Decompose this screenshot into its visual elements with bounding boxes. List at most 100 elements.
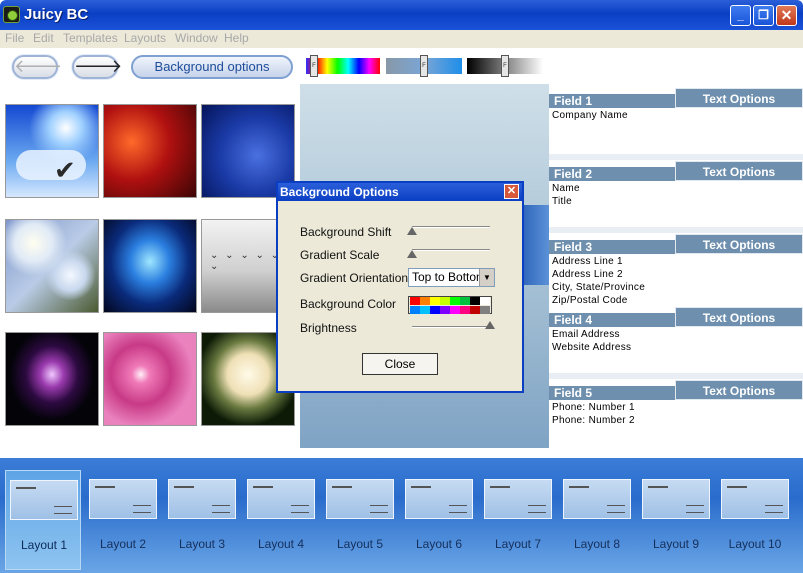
background-thumb-2[interactable] <box>103 104 197 198</box>
background-color-label: Background Color <box>300 297 397 311</box>
gradient-scale-thumb[interactable] <box>407 250 417 258</box>
dropdown-arrow-icon[interactable]: ▼ <box>479 269 494 286</box>
menu-layouts[interactable]: Layouts <box>124 31 166 45</box>
layout-item[interactable]: Layout 6 <box>401 470 477 570</box>
forward-button[interactable]: 🡒 <box>72 55 122 79</box>
field-3: Field 3 Text Options Address Line 1 Addr… <box>549 234 803 306</box>
color-swatch[interactable] <box>470 297 480 305</box>
field-5-line-1[interactable]: Phone: Number 1 <box>552 402 635 413</box>
background-thumb-4[interactable] <box>5 219 99 313</box>
color-swatch[interactable] <box>410 306 420 314</box>
color-swatch[interactable] <box>480 306 490 314</box>
layout-preview-card[interactable] <box>89 479 157 519</box>
field-4-line-2[interactable]: Website Address <box>552 342 631 353</box>
field-1-text-options-button[interactable]: Text Options <box>675 88 803 108</box>
color-swatch[interactable] <box>470 306 480 314</box>
field-5-text-options-button[interactable]: Text Options <box>675 380 803 400</box>
layout-preview-card[interactable] <box>721 479 789 519</box>
color-swatch[interactable] <box>430 297 440 305</box>
color-swatch[interactable] <box>450 306 460 314</box>
dialog-title-bar[interactable]: Background Options ✕ <box>278 183 522 201</box>
close-window-button[interactable]: ✕ <box>776 5 797 26</box>
color-swatch[interactable] <box>480 297 490 305</box>
back-button[interactable]: 🡐 <box>12 55 62 79</box>
color-swatch[interactable] <box>450 297 460 305</box>
layout-item[interactable]: Layout 9 <box>638 470 714 570</box>
color-swatch[interactable] <box>420 297 430 305</box>
layout-preview-card[interactable] <box>405 479 473 519</box>
field-3-line-3[interactable]: City, State/Province <box>552 282 645 293</box>
layout-preview-card[interactable] <box>484 479 552 519</box>
hue-slider-thumb[interactable]: F <box>310 55 318 77</box>
color-swatch[interactable] <box>410 297 420 305</box>
gradient-scale-slider[interactable] <box>412 249 490 251</box>
layout-preview-card[interactable] <box>642 479 710 519</box>
field-4-line-1[interactable]: Email Address <box>552 329 620 340</box>
field-1: Field 1 Text Options Company Name <box>549 88 803 158</box>
color-swatch-palette[interactable] <box>408 296 492 314</box>
background-shift-slider[interactable] <box>412 226 490 228</box>
layout-item[interactable]: Layout 4 <box>243 470 319 570</box>
layout-preview-card[interactable] <box>10 480 78 520</box>
close-button[interactable]: Close <box>362 353 438 375</box>
color-swatch[interactable] <box>440 297 450 305</box>
color-swatch[interactable] <box>460 297 470 305</box>
color-swatch[interactable] <box>430 306 440 314</box>
layout-item[interactable]: Layout 1 <box>5 470 81 570</box>
brightness-slider-dialog[interactable] <box>412 326 490 328</box>
layout-item[interactable]: Layout 8 <box>559 470 635 570</box>
layout-preview-card[interactable] <box>247 479 315 519</box>
background-shift-thumb[interactable] <box>407 227 417 235</box>
field-2-text-options-button[interactable]: Text Options <box>675 161 803 181</box>
menu-file[interactable]: File <box>5 31 24 45</box>
dialog-close-x-button[interactable]: ✕ <box>504 184 519 199</box>
field-5-line-2[interactable]: Phone: Number 2 <box>552 415 635 426</box>
gradient-orientation-value: Top to Bottom <box>412 270 487 284</box>
brightness-slider-thumb[interactable]: F <box>501 55 509 77</box>
field-3-title: Field 3 <box>549 240 675 254</box>
color-swatch[interactable] <box>440 306 450 314</box>
gradient-orientation-select[interactable]: Top to Bottom ▼ <box>408 268 495 287</box>
layout-item[interactable]: Layout 2 <box>85 470 161 570</box>
title-bar[interactable]: Juicy BC _ ❐ ✕ <box>0 0 803 30</box>
field-3-text-options-button[interactable]: Text Options <box>675 234 803 254</box>
field-2-line-1[interactable]: Name <box>552 183 580 194</box>
minimize-button[interactable]: _ <box>730 5 751 26</box>
field-1-title: Field 1 <box>549 94 675 108</box>
field-4-text-options-button[interactable]: Text Options <box>675 307 803 327</box>
layout-item[interactable]: Layout 3 <box>164 470 240 570</box>
field-4-title: Field 4 <box>549 313 675 327</box>
field-3-line-1[interactable]: Address Line 1 <box>552 256 623 267</box>
hue-slider[interactable]: F <box>306 55 380 77</box>
background-gallery: ✔ ⌄ ⌄ ⌄ ⌄ ⌄ ⌄ <box>0 88 300 458</box>
menu-templates[interactable]: Templates <box>63 31 118 45</box>
field-2-title: Field 2 <box>549 167 675 181</box>
layouts-strip: Layout 1 Layout 2 Layout 3 Layout 4 Layout 5… <box>0 458 803 573</box>
menu-window[interactable]: Window <box>175 31 218 45</box>
color-swatch[interactable] <box>420 306 430 314</box>
background-thumb-5[interactable] <box>103 219 197 313</box>
field-3-line-2[interactable]: Address Line 2 <box>552 269 623 280</box>
field-3-line-4[interactable]: Zip/Postal Code <box>552 295 628 306</box>
layout-item[interactable]: Layout 7 <box>480 470 556 570</box>
maximize-button[interactable]: ❐ <box>753 5 774 26</box>
app-logo-icon <box>3 6 20 23</box>
background-thumb-1[interactable]: ✔ <box>5 104 99 198</box>
layout-preview-card[interactable] <box>563 479 631 519</box>
brightness-slider[interactable]: F <box>467 55 543 77</box>
color-swatch[interactable] <box>460 306 470 314</box>
background-options-button[interactable]: Background options <box>131 55 293 79</box>
layout-preview-card[interactable] <box>326 479 394 519</box>
field-1-line-1[interactable]: Company Name <box>552 110 628 121</box>
field-2-line-2[interactable]: Title <box>552 196 572 207</box>
layout-item[interactable]: Layout 10 <box>717 470 793 570</box>
layout-item[interactable]: Layout 5 <box>322 470 398 570</box>
background-thumb-7[interactable] <box>5 332 99 426</box>
brightness-thumb[interactable] <box>485 321 495 329</box>
menu-help[interactable]: Help <box>224 31 249 45</box>
shade-slider-thumb[interactable]: F <box>420 55 428 77</box>
layout-preview-card[interactable] <box>168 479 236 519</box>
menu-edit[interactable]: Edit <box>33 31 54 45</box>
background-thumb-8[interactable] <box>103 332 197 426</box>
shade-slider[interactable]: F <box>386 55 462 77</box>
